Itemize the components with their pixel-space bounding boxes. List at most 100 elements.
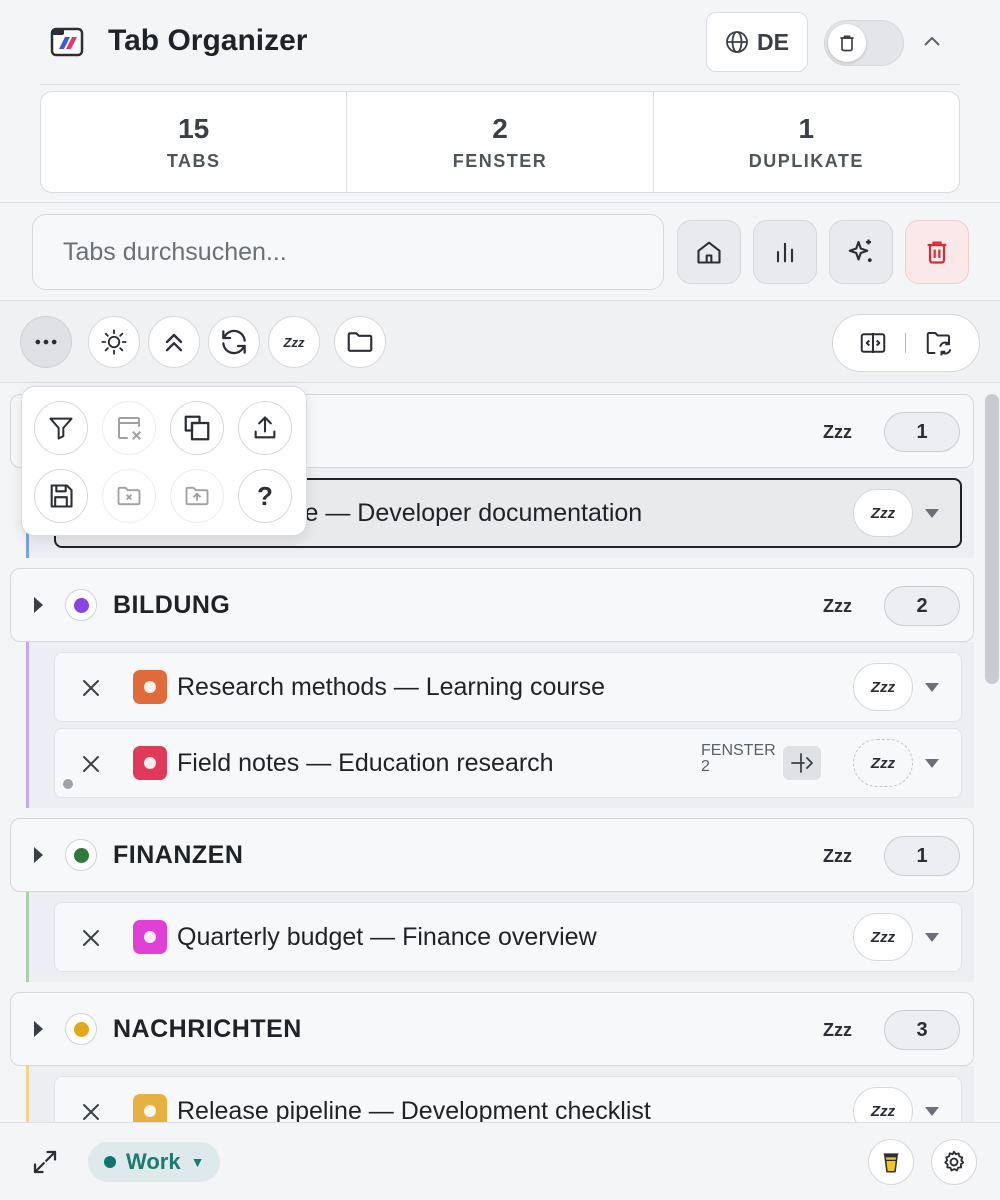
group-sleep-button[interactable]: Zzz bbox=[823, 846, 852, 867]
bar-chart-icon bbox=[771, 238, 799, 266]
group-sleep-button[interactable]: Zzz bbox=[823, 596, 852, 617]
move-right-icon bbox=[789, 752, 815, 774]
folder-x-icon bbox=[115, 482, 143, 510]
tab-menu-button[interactable] bbox=[923, 506, 941, 520]
header-divider bbox=[40, 84, 960, 85]
refresh-button[interactable] bbox=[208, 316, 260, 368]
group-count-badge: 1 bbox=[884, 412, 960, 452]
tab-sleep-label: Zzz bbox=[870, 1102, 896, 1120]
tab-row[interactable]: Research methods — Learning course Zzz bbox=[54, 652, 962, 722]
expand-button[interactable] bbox=[30, 1147, 64, 1181]
app-logo-icon bbox=[50, 25, 84, 59]
tab-menu-button[interactable] bbox=[923, 930, 941, 944]
trash-toggle[interactable] bbox=[824, 20, 904, 66]
caret-down-icon bbox=[923, 1104, 941, 1118]
group-sleep-button[interactable]: Zzz bbox=[823, 422, 852, 443]
caret-right-icon[interactable] bbox=[31, 1019, 45, 1039]
group-color-dot[interactable] bbox=[65, 589, 97, 621]
language-button[interactable]: DE bbox=[706, 12, 808, 72]
group-header[interactable]: FINANZEN Zzz 1 bbox=[10, 818, 974, 892]
group-name: NACHRICHTEN bbox=[113, 1015, 302, 1043]
tab-sleep-button[interactable]: Zzz bbox=[853, 1087, 913, 1122]
group-header[interactable]: BILDUNG Zzz 2 bbox=[10, 568, 974, 642]
scrollbar[interactable] bbox=[985, 394, 999, 684]
pill-divider bbox=[905, 333, 907, 353]
stat-value: 1 bbox=[798, 112, 815, 144]
collapse-button[interactable] bbox=[914, 24, 950, 60]
tab-title: Field notes — Education research bbox=[177, 749, 554, 777]
support-button[interactable] bbox=[868, 1139, 914, 1185]
move-to-window-button[interactable] bbox=[783, 746, 821, 780]
sleep-all-button[interactable]: Zzz bbox=[268, 316, 320, 368]
tab-sleep-label: Zzz bbox=[870, 754, 896, 772]
divider bbox=[0, 202, 1000, 203]
profile-name: Work bbox=[126, 1149, 181, 1174]
tab-row[interactable]: Quarterly budget — Finance overview Zzz bbox=[54, 902, 962, 972]
chevron-up-icon bbox=[920, 30, 944, 54]
app-header: Tab Organizer DE bbox=[0, 0, 1000, 86]
save-session-button[interactable] bbox=[34, 469, 88, 523]
folder-upload-button[interactable] bbox=[170, 469, 224, 523]
upload-icon bbox=[251, 414, 279, 442]
tab-sleep-label: Zzz bbox=[870, 928, 896, 946]
footer: Work ▼ bbox=[0, 1122, 1000, 1200]
delete-all-button[interactable] bbox=[905, 220, 969, 284]
tab-sleep-button[interactable]: Zzz bbox=[853, 739, 913, 787]
tab-row[interactable]: Field notes — Education research FENSTER… bbox=[54, 728, 962, 798]
close-icon[interactable] bbox=[79, 1100, 103, 1122]
app-title: Tab Organizer bbox=[108, 24, 308, 57]
tab-sleep-button[interactable]: Zzz bbox=[853, 663, 913, 711]
window-number: 2 bbox=[701, 758, 710, 775]
filter-button[interactable] bbox=[34, 401, 88, 455]
settings-button[interactable] bbox=[931, 1139, 977, 1185]
group-name: FINANZEN bbox=[113, 841, 244, 869]
tab-sleep-label: Zzz bbox=[870, 504, 896, 522]
profile-selector[interactable]: Work ▼ bbox=[88, 1142, 221, 1182]
view-switcher bbox=[832, 314, 980, 372]
tab-row[interactable]: Release pipeline — Development checklist… bbox=[54, 1076, 962, 1122]
search-input[interactable] bbox=[32, 214, 664, 290]
home-button[interactable] bbox=[677, 220, 741, 284]
sun-icon bbox=[100, 328, 128, 356]
caret-right-icon[interactable] bbox=[31, 595, 45, 615]
stat-duplicates: 1 DUPLIKATE bbox=[654, 92, 959, 192]
stat-label: TABS bbox=[166, 150, 221, 171]
close-filtered-button[interactable] bbox=[102, 401, 156, 455]
export-button[interactable] bbox=[238, 401, 292, 455]
stats-panel: 15 TABS 2 FENSTER 1 DUPLIKATE bbox=[40, 91, 960, 193]
help-label: ? bbox=[257, 480, 273, 511]
ai-organize-button[interactable] bbox=[829, 220, 893, 284]
caret-right-icon[interactable] bbox=[31, 845, 45, 865]
tab-sleep-button[interactable]: Zzz bbox=[853, 489, 913, 537]
tab-menu-button[interactable] bbox=[923, 1104, 941, 1118]
statistics-button[interactable] bbox=[753, 220, 817, 284]
tab-sleep-label: Zzz bbox=[870, 678, 896, 696]
group-color-dot[interactable] bbox=[65, 1013, 97, 1045]
tab-sleep-button[interactable]: Zzz bbox=[853, 913, 913, 961]
folder-icon bbox=[345, 327, 375, 357]
group-count-badge: 3 bbox=[884, 1010, 960, 1050]
maximize-icon bbox=[30, 1147, 64, 1177]
window-indicator: FENSTER 2 bbox=[701, 743, 776, 775]
tab-menu-button[interactable] bbox=[923, 756, 941, 770]
duplicates-button[interactable] bbox=[170, 401, 224, 455]
tab-menu-button[interactable] bbox=[923, 680, 941, 694]
window-close-icon bbox=[114, 413, 144, 443]
collapse-all-button[interactable] bbox=[148, 316, 200, 368]
group-header[interactable]: NACHRICHTEN Zzz 3 bbox=[10, 992, 974, 1066]
close-icon[interactable] bbox=[79, 926, 103, 950]
close-icon[interactable] bbox=[79, 752, 103, 776]
help-button[interactable]: ? bbox=[238, 469, 292, 523]
theme-button[interactable] bbox=[88, 316, 140, 368]
group-sleep-button[interactable]: Zzz bbox=[823, 1020, 852, 1041]
folder-sync-icon[interactable] bbox=[924, 328, 954, 358]
split-view-icon[interactable] bbox=[858, 328, 888, 358]
caret-down-icon bbox=[923, 756, 941, 770]
profile-dot bbox=[104, 1156, 116, 1168]
close-icon[interactable] bbox=[79, 676, 103, 700]
delete-folder-button[interactable] bbox=[102, 469, 156, 523]
sparkles-icon bbox=[846, 237, 876, 267]
more-button[interactable] bbox=[20, 316, 72, 368]
folder-button[interactable] bbox=[334, 316, 386, 368]
group-color-dot[interactable] bbox=[65, 839, 97, 871]
